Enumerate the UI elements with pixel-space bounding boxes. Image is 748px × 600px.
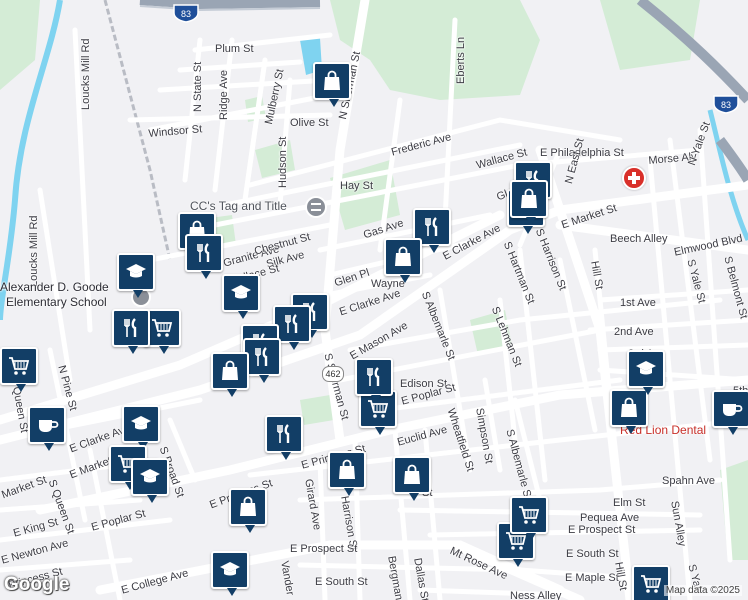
graduation-cap-icon <box>218 558 242 582</box>
shopping-bag-icon <box>218 359 242 383</box>
coffee-cup-icon <box>719 397 743 421</box>
marker-shopping[interactable] <box>328 451 366 496</box>
shopping-cart-icon <box>639 572 663 596</box>
street-label-second: 2nd Ave <box>614 326 654 338</box>
graduation-cap-icon <box>124 260 148 284</box>
fork-knife-icon <box>420 215 444 239</box>
graduation-cap-icon <box>129 412 153 436</box>
marker-cafe[interactable] <box>712 390 748 435</box>
fork-knife-icon <box>192 241 216 265</box>
street-label-beech: Beech Alley <box>610 233 668 245</box>
street-label-esouth2: E South St <box>566 548 619 560</box>
street-label-hay: Hay St <box>340 180 374 192</box>
marker-shopping[interactable] <box>313 62 351 107</box>
fork-knife-icon <box>362 365 386 389</box>
shopping-bag-icon <box>400 463 424 487</box>
marker-restaurant[interactable] <box>355 358 393 403</box>
street-label-first: 1st Ave <box>620 297 656 309</box>
street-label-eprospect2: E Prospect St <box>290 543 358 555</box>
graduation-cap-icon <box>634 357 658 381</box>
shopping-bag-icon <box>320 69 344 93</box>
shopping-cart-icon <box>517 503 541 527</box>
marker-shopping[interactable] <box>393 456 431 501</box>
shopping-bag-icon <box>617 396 641 420</box>
marker-school[interactable] <box>117 253 155 298</box>
street-label-loucks2: Loucks Mill Rd <box>28 215 40 287</box>
street-label-esouth1: E South St <box>315 576 368 588</box>
marker-shopping[interactable] <box>229 488 267 533</box>
fork-knife-icon <box>250 345 274 369</box>
park-south <box>300 395 334 425</box>
street-label-eprospect: E Prospect St <box>568 524 636 536</box>
poi-label-school-line1: Alexander D. Goode <box>0 280 109 294</box>
map-attribution[interactable]: Map data ©2025 <box>663 585 742 596</box>
route-462-shield: 462 <box>322 366 344 382</box>
graduation-cap-icon <box>229 281 253 305</box>
marker-school[interactable] <box>627 350 665 395</box>
street-label-loucks1: Loucks Mill Rd <box>80 38 92 110</box>
shopping-cart-icon <box>7 354 31 378</box>
marker-restaurant[interactable] <box>265 415 303 460</box>
street-label-emaple: E Maple St <box>565 572 619 584</box>
i83-north <box>139 0 321 10</box>
marker-restaurant[interactable] <box>112 309 150 354</box>
fork-knife-icon <box>280 312 304 336</box>
street-label-elm: Elm St <box>613 497 646 509</box>
shopping-bag-icon <box>391 245 415 269</box>
interstate-83-shield: 83 <box>172 3 200 23</box>
street-label-ness: Ness Alley <box>510 590 562 600</box>
shopping-cart-icon <box>150 316 174 340</box>
marker-cafe[interactable] <box>28 406 66 451</box>
shopping-bag-icon <box>236 495 260 519</box>
svg-text:83: 83 <box>721 100 731 110</box>
street-label-spahn: Spahn Ave <box>662 475 716 487</box>
street-label-ridge: Ridge Ave <box>218 70 230 120</box>
street-label-hudson: Hudson St <box>277 136 289 188</box>
shopping-bag-icon <box>517 187 541 211</box>
map-canvas[interactable]: Plum St N State St Ridge Ave Loucks Mill Rd… <box>0 0 748 600</box>
interstate-83-shield-east: 83 <box>712 94 740 114</box>
street-label-olive: Olive St <box>290 117 329 129</box>
marker-shopping[interactable] <box>510 180 548 225</box>
marker-grocery[interactable] <box>510 496 548 541</box>
marker-shopping[interactable] <box>384 238 422 283</box>
fork-knife-icon <box>272 422 296 446</box>
street-label-pequea: Pequea Ave <box>580 512 640 524</box>
marker-shopping[interactable] <box>211 352 249 397</box>
marker-school[interactable] <box>211 551 249 596</box>
street-label-nstate: N State St <box>192 61 204 112</box>
shopping-bag-icon <box>335 458 359 482</box>
coffee-cup-icon <box>35 413 59 437</box>
marker-school[interactable] <box>222 274 260 319</box>
marker-restaurant[interactable] <box>185 234 223 279</box>
park-northwest <box>0 0 40 90</box>
svg-text:83: 83 <box>181 9 191 19</box>
street-label-eberts: Eberts Ln <box>455 36 467 84</box>
hospital-icon[interactable] <box>622 166 646 190</box>
marker-grocery[interactable] <box>0 347 38 392</box>
government-building-icon[interactable] <box>305 196 327 218</box>
poi-label-school-line2: Elementary School <box>6 295 107 309</box>
poi-label-tag-title: CC's Tag and Title <box>190 199 287 213</box>
street-label-plum: Plum St <box>215 43 254 55</box>
google-logo[interactable]: Google <box>4 574 69 596</box>
fork-knife-icon <box>119 316 143 340</box>
graduation-cap-icon <box>138 465 162 489</box>
marker-school[interactable] <box>131 458 169 503</box>
marker-school[interactable] <box>122 405 160 450</box>
